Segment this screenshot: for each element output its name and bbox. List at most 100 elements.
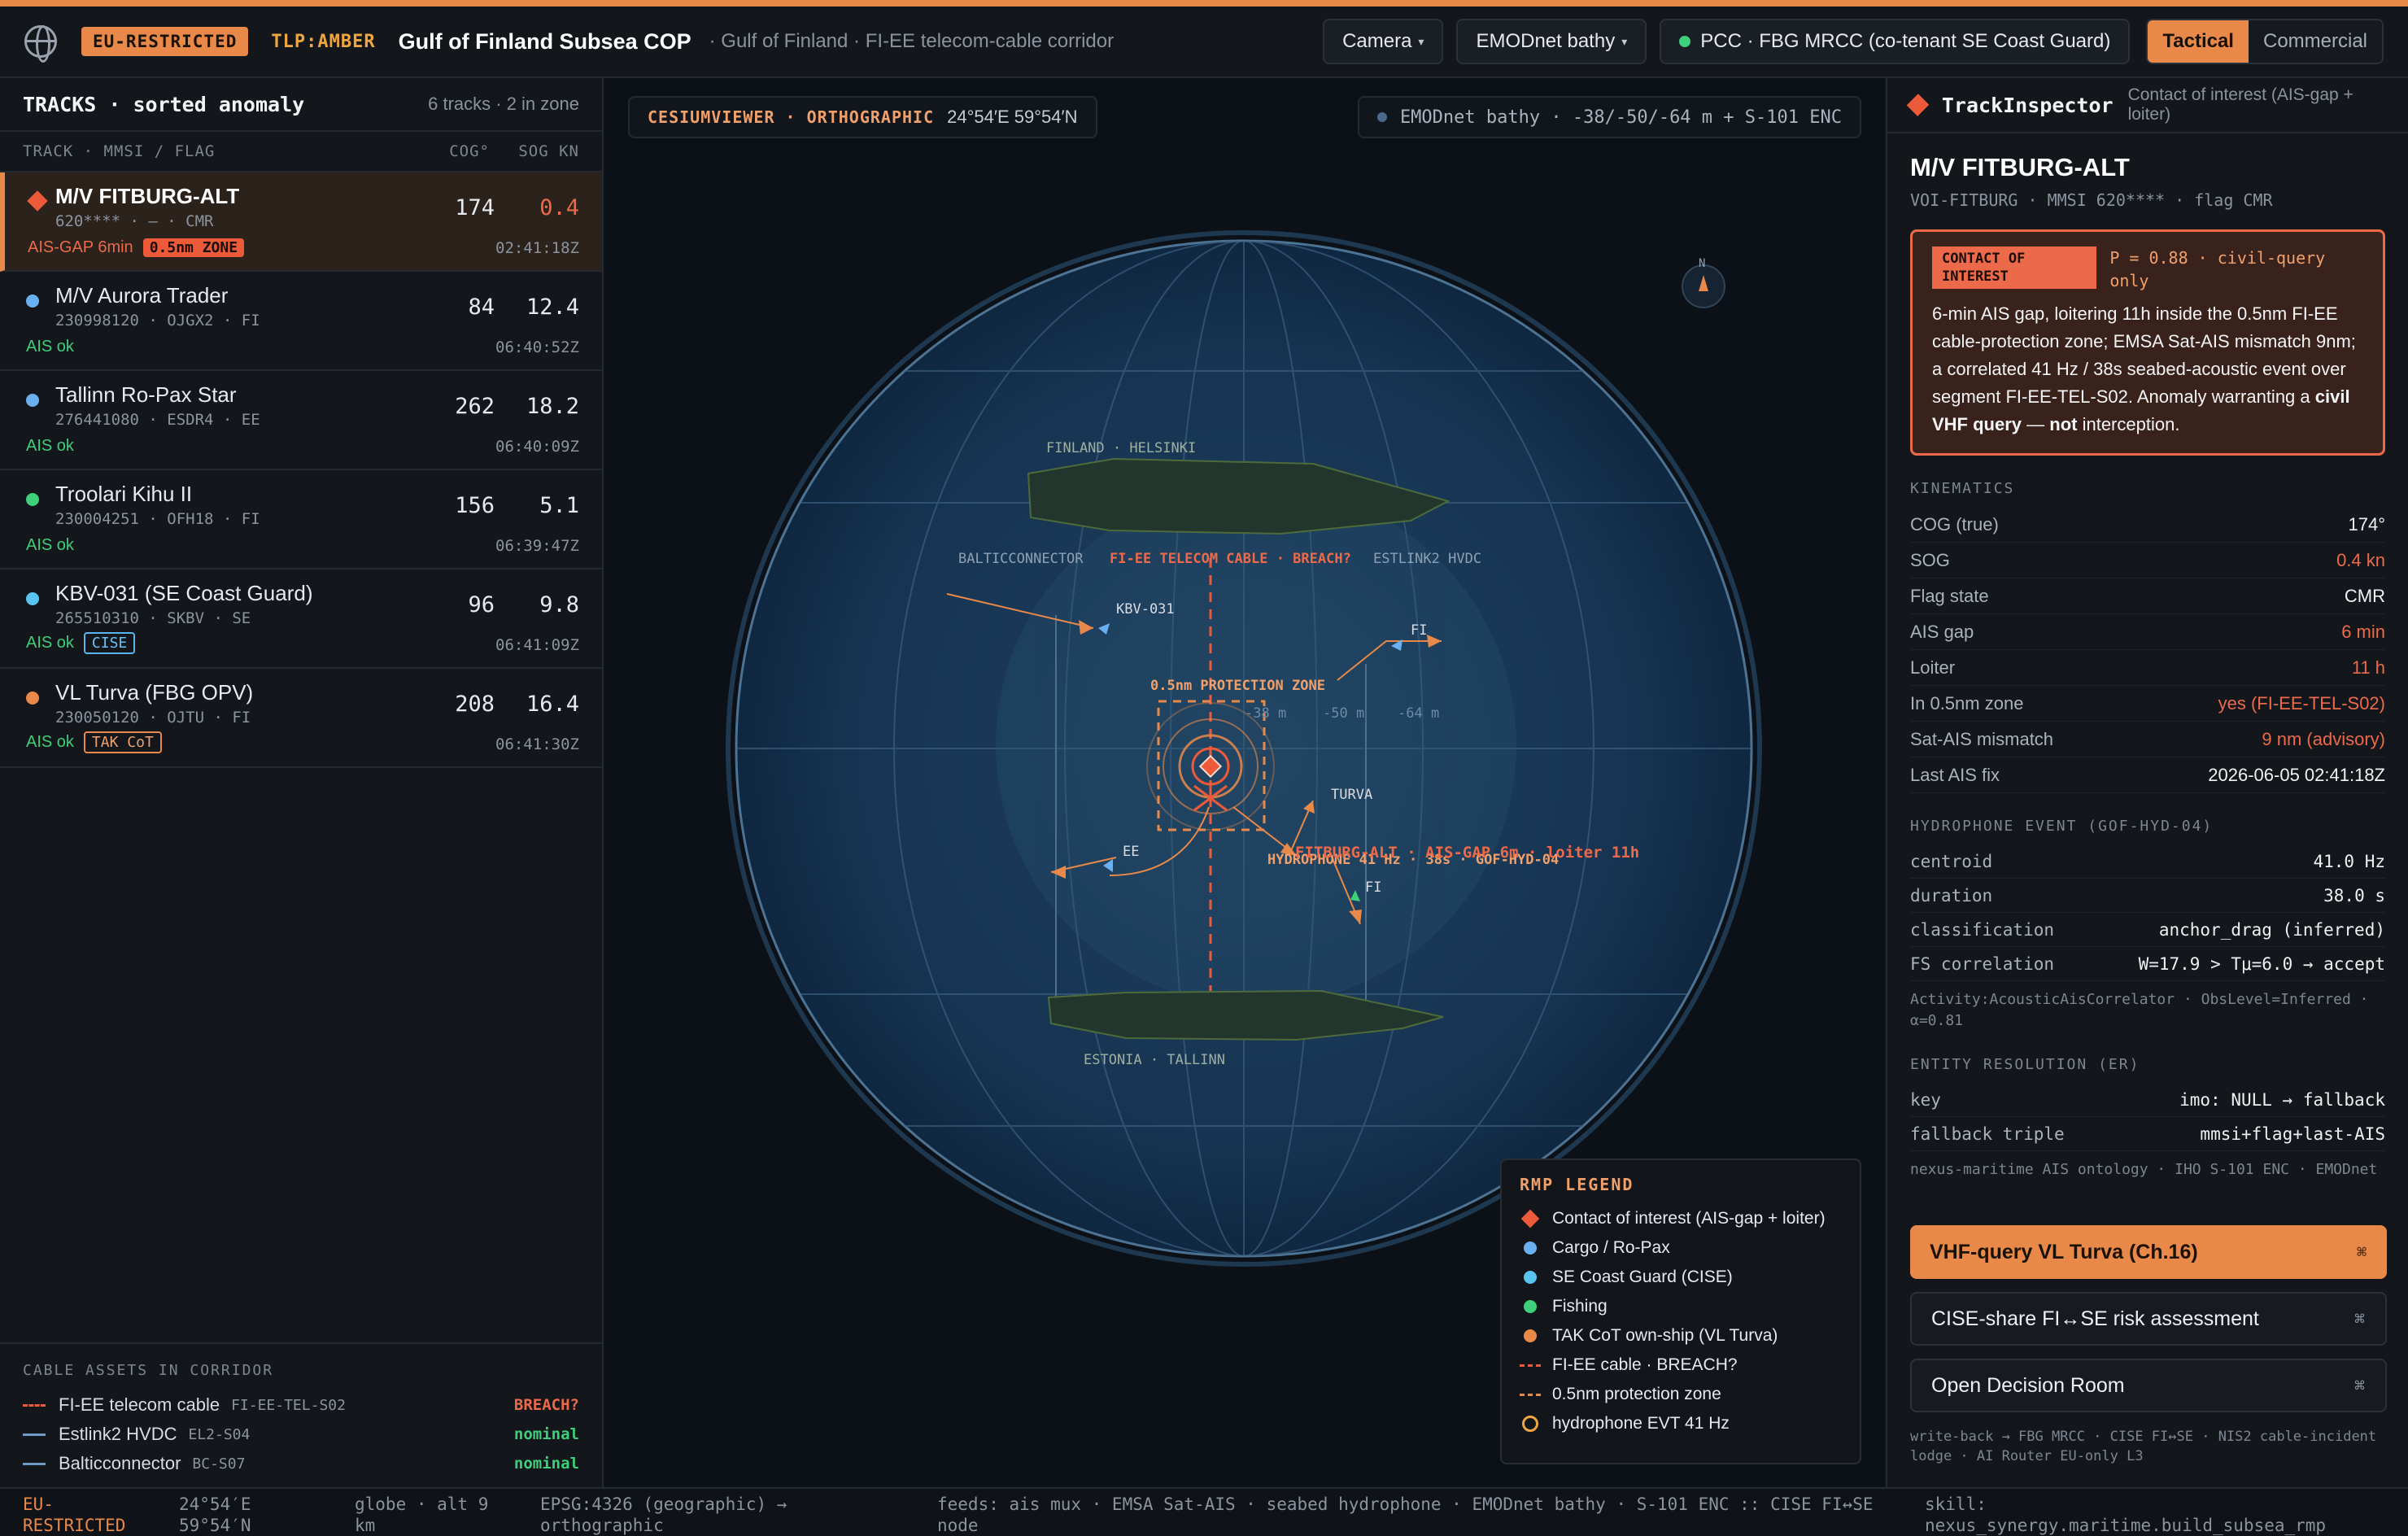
track-name: KBV-031 (SE Coast Guard): [55, 581, 313, 605]
compass[interactable]: N: [1682, 257, 1725, 308]
kv-key: Flag state: [1910, 585, 1989, 606]
track-status-text: AIS-GAP 6min: [28, 238, 133, 256]
tracks-summary: 6 tracks · 2 in zone: [428, 94, 579, 114]
kv-value: 0.4 kn: [2336, 549, 2385, 570]
track-status: AIS ok: [26, 536, 74, 555]
cable-row-balticconnector[interactable]: Balticconnector BC-S07 nominal: [23, 1449, 579, 1478]
coastguard-dot-icon: [26, 592, 39, 605]
compass-north: N: [1699, 257, 1705, 270]
bathy-dropdown-label: EMODnet bathy: [1476, 30, 1616, 52]
track-cog: 156: [455, 493, 495, 518]
kv-row: COG (true) 174°: [1910, 507, 2385, 543]
camera-dropdown-label: Camera: [1342, 30, 1412, 52]
decision-room-button[interactable]: Open Decision Room ⌘: [1910, 1359, 2387, 1412]
cable-assets-title: CABLE ASSETS IN CORRIDOR: [23, 1362, 274, 1379]
cise-share-button[interactable]: CISE-share FI↔SE risk assessment ⌘: [1910, 1292, 2387, 1346]
tak-tag: TAK CoT: [83, 731, 162, 753]
track-row-kbv[interactable]: KBV-031 (SE Coast Guard) 265510310 · SKB…: [0, 569, 602, 669]
cable-row-fi-ee[interactable]: FI-EE telecom cable FI-EE-TEL-S02 BREACH…: [23, 1390, 579, 1420]
kv-value: anchor_drag (inferred): [2158, 919, 2385, 940]
track-row-fitburg[interactable]: M/V FITBURG-ALT 620**** · — · CMR 174 0.…: [0, 172, 602, 272]
top-accent-stripe: [0, 0, 2408, 7]
track-cog: 262: [455, 394, 495, 419]
kv-row: fallback triple mmsi+flag+last-AIS: [1910, 1117, 2385, 1151]
bathy-dropdown[interactable]: EMODnet bathy ▾: [1456, 19, 1647, 64]
column-cog[interactable]: COG°: [408, 142, 490, 160]
legend-item: SE Coast Guard (CISE): [1520, 1263, 1842, 1292]
legend-item: 0.5nm protection zone: [1520, 1380, 1842, 1409]
status-dot-icon: [1679, 36, 1691, 47]
track-inspector: TrackInspector Contact of interest (AIS-…: [1886, 78, 2408, 1487]
kv-key: SOG: [1910, 549, 1950, 570]
column-sog[interactable]: SOG KN: [490, 142, 579, 160]
kv-value: 41.0 Hz: [2313, 851, 2385, 871]
inspector-title: TrackInspector: [1941, 93, 2114, 117]
kv-value: 174°: [2348, 513, 2385, 535]
label-depth-50: -50 m: [1323, 705, 1364, 722]
track-time: 06:41:30Z: [495, 735, 579, 753]
cable-id: EL2-S04: [188, 1425, 251, 1443]
track-status: AIS ok: [26, 437, 74, 456]
kv-row: classification anchor_drag (inferred): [1910, 913, 2385, 947]
cable-assets-panel: CABLE ASSETS IN CORRIDOR FI-EE telecom c…: [0, 1342, 602, 1487]
camera-dropdown[interactable]: Camera ▾: [1323, 19, 1444, 64]
label-turva: TURVA: [1331, 787, 1372, 803]
cargo-dot-icon: [26, 394, 39, 407]
status-feeds: feeds: ais mux · EMSA Sat-AIS · seabed h…: [937, 1495, 1874, 1535]
track-name: M/V Aurora Trader: [55, 283, 229, 308]
track-meta: 265510310 · SKBV · SE: [55, 609, 251, 627]
column-track[interactable]: TRACK · MMSI / FLAG: [23, 142, 408, 160]
ownship-dot-icon: [26, 692, 39, 705]
app-title: Gulf of Finland Subsea COP: [398, 28, 691, 54]
label-ee: EE: [1123, 844, 1139, 860]
kv-row: centroid 41.0 Hz: [1910, 844, 2385, 879]
label-fi-troolari: FI: [1365, 879, 1381, 896]
kv-value: 38.0 s: [2323, 885, 2385, 905]
track-name: M/V FITBURG-ALT: [55, 184, 240, 208]
mode-commercial-button[interactable]: Commercial: [2248, 20, 2382, 63]
mode-toggle: Tactical Commercial: [2146, 19, 2384, 64]
dot-icon: [1520, 1296, 1541, 1317]
inspector-subtitle: Contact of interest (AIS-gap + loiter): [2127, 85, 2353, 124]
contact-alert: CONTACT OF INTEREST P = 0.88 · civil-que…: [1910, 229, 2385, 456]
kv-key: fallback triple: [1910, 1124, 2065, 1144]
contact-of-interest-icon: [27, 190, 48, 212]
track-status: AIS ok TAK CoT: [26, 731, 162, 753]
inspector-header: TrackInspector Contact of interest (AIS-…: [1887, 78, 2408, 133]
kv-key: Last AIS fix: [1910, 764, 2000, 785]
track-row-aurora[interactable]: M/V Aurora Trader 230998120 · OJGX2 · FI…: [0, 272, 602, 371]
kv-row: In 0.5nm zone yes (FI-EE-TEL-S02): [1910, 686, 2385, 722]
label-depth-38: -38 m: [1245, 705, 1286, 722]
track-row-turva[interactable]: VL Turva (FBG OPV) 230050120 · OJTU · FI…: [0, 669, 602, 768]
track-row-tallinn[interactable]: Tallinn Ro-Pax Star 276441080 · ESDR4 · …: [0, 371, 602, 470]
kv-key: FS correlation: [1910, 953, 2055, 974]
legend-label: Fishing: [1552, 1297, 1608, 1316]
map-viewport[interactable]: CESIUMVIEWER · ORTHOGRAPHIC 24°54′E 59°5…: [605, 78, 1884, 1487]
track-row-troolari[interactable]: Troolari Kihu II 230004251 · OFH18 · FI …: [0, 470, 602, 569]
track-cog: 96: [468, 592, 495, 617]
status-skill: skill: nexus_synergy.maritime.build_subs…: [1925, 1495, 2327, 1535]
globe-icon[interactable]: [24, 25, 57, 63]
vessel-sub: VOI-FITBURG · MMSI 620**** · flag CMR: [1910, 190, 2273, 210]
kv-key: duration: [1910, 885, 1993, 905]
kv-value: 2026-06-05 02:41:18Z: [2208, 764, 2385, 785]
label-kbv: KBV-031: [1116, 601, 1175, 617]
er-title: ENTITY RESOLUTION (ER): [1910, 1056, 2140, 1073]
alert-text-part: —: [2022, 414, 2050, 434]
legend-label: SE Coast Guard (CISE): [1552, 1268, 1733, 1286]
kv-value: mmsi+flag+last-AIS: [2200, 1124, 2385, 1144]
track-status: AIS ok CISE: [26, 632, 136, 654]
kv-key: Loiter: [1910, 657, 1956, 678]
vhf-query-button[interactable]: VHF-query VL Turva (Ch.16) ⌘: [1910, 1225, 2387, 1279]
shortcut-icon: ⌘: [2356, 1246, 2367, 1259]
tracks-title: TRACKS · sorted anomaly: [23, 92, 305, 116]
cable-row-estlink[interactable]: Estlink2 HVDC EL2-S04 nominal: [23, 1420, 579, 1449]
pcc-label: PCC · FBG MRCC (co-tenant SE Coast Guard…: [1700, 30, 2111, 52]
mode-tactical-button[interactable]: Tactical: [2148, 20, 2249, 63]
hydrophone-note: Activity:AcousticAisCorrelator · ObsLeve…: [1910, 991, 2369, 1029]
label-finland: FINLAND · HELSINKI: [1046, 440, 1196, 456]
kv-key: Sat-AIS mismatch: [1910, 728, 2054, 749]
pcc-selector[interactable]: PCC · FBG MRCC (co-tenant SE Coast Guard…: [1660, 19, 2131, 64]
button-label: VHF-query VL Turva (Ch.16): [1930, 1240, 2198, 1263]
classification-badge: EU-RESTRICTED: [81, 27, 249, 56]
